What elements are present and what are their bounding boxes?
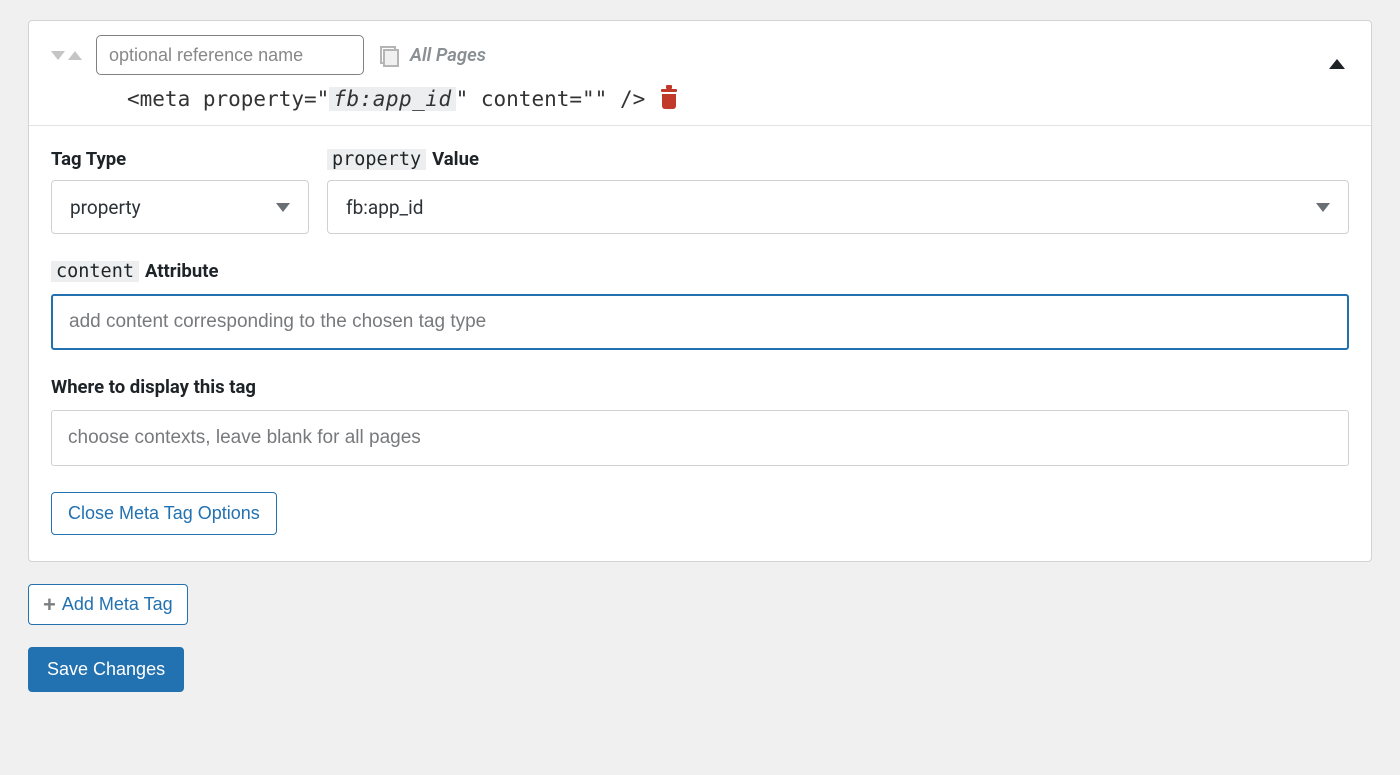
code-text: <meta property="fb:app_id" content="" />: [127, 87, 645, 111]
meta-tag-code-preview: <meta property="fb:app_id" content="" />: [29, 83, 1371, 125]
content-attribute-label: content Attribute: [51, 260, 1349, 282]
tagtype-label: Tag Type: [51, 148, 309, 170]
trash-icon: [661, 89, 677, 92]
save-changes-button[interactable]: Save Changes: [28, 647, 184, 692]
chevron-down-icon: [276, 203, 290, 212]
property-value-selected-value: fb:app_id: [346, 196, 423, 219]
tagtype-selected-value: property: [70, 196, 141, 219]
property-value-highlight: fb:app_id: [329, 87, 455, 111]
tagtype-select[interactable]: property: [51, 180, 309, 234]
context-input[interactable]: [51, 410, 1349, 466]
copy-icon[interactable]: [378, 46, 396, 64]
reference-name-input[interactable]: [96, 35, 364, 75]
context-label: Where to display this tag: [51, 376, 1349, 398]
scope-label: All Pages: [410, 44, 486, 66]
property-value-select[interactable]: fb:app_id: [327, 180, 1349, 234]
add-meta-tag-button[interactable]: + Add Meta Tag: [28, 584, 188, 625]
property-value-label: property Value: [327, 148, 1349, 170]
add-meta-tag-label: Add Meta Tag: [62, 594, 173, 615]
close-options-button[interactable]: Close Meta Tag Options: [51, 492, 277, 535]
meta-tag-panel: All Pages <meta property="fb:app_id" con…: [28, 20, 1372, 562]
panel-header: All Pages: [29, 21, 1371, 83]
chevron-down-icon: [1316, 203, 1330, 212]
collapse-toggle-icon[interactable]: [1329, 59, 1345, 69]
sort-handle-icon[interactable]: [51, 51, 82, 60]
panel-actions: + Add Meta Tag Save Changes: [28, 584, 1372, 692]
panel-body: Tag Type property property Value fb:app_…: [29, 125, 1371, 561]
content-attribute-input[interactable]: [51, 294, 1349, 350]
delete-button[interactable]: [661, 89, 677, 109]
plus-icon: +: [43, 597, 56, 612]
